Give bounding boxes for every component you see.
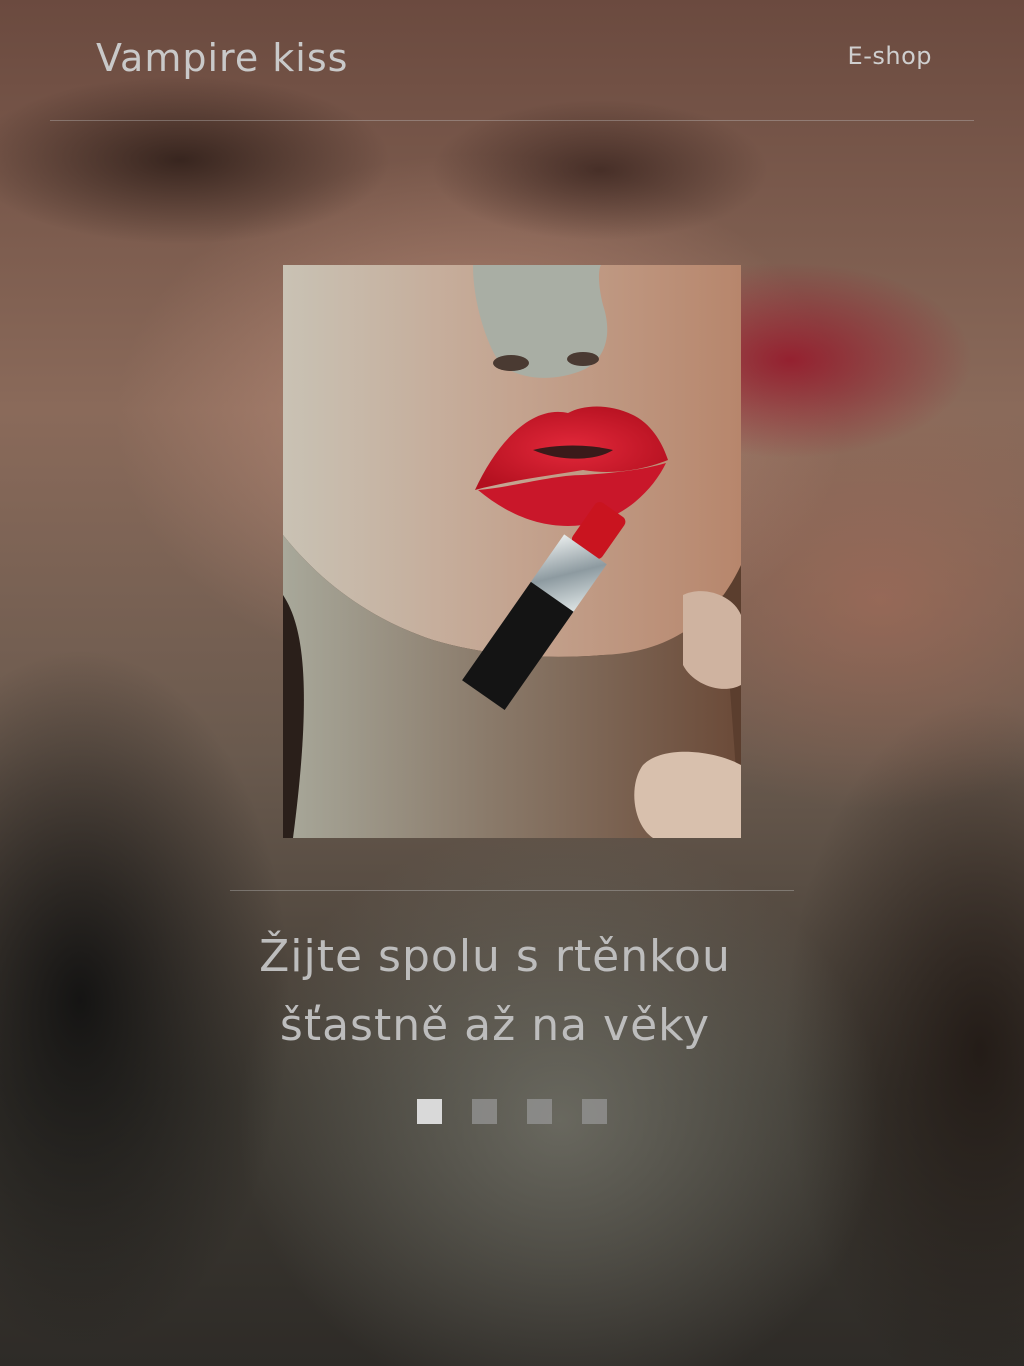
- carousel-pagination: [417, 1099, 607, 1124]
- hero-tagline: Žijte spolu s rtěnkou šťastně až na věky: [180, 922, 810, 1060]
- page: Vampire kiss E-shop Žijte spolu s rtěnko…: [0, 0, 1024, 1366]
- content-divider: [230, 890, 794, 891]
- carousel-dot-1[interactable]: [417, 1099, 442, 1124]
- tagline-line-2: šťastně až na věky: [279, 1000, 711, 1051]
- brand-logo-text[interactable]: Vampire kiss: [96, 36, 348, 80]
- nav-link-eshop[interactable]: E-shop: [848, 42, 932, 70]
- carousel-dot-2[interactable]: [472, 1099, 497, 1124]
- tagline-line-1: Žijte spolu s rtěnkou: [259, 931, 731, 982]
- carousel-dot-3[interactable]: [527, 1099, 552, 1124]
- site-header: Vampire kiss E-shop: [50, 0, 974, 121]
- carousel-dot-4[interactable]: [582, 1099, 607, 1124]
- hero-image-lipstick: [283, 265, 741, 838]
